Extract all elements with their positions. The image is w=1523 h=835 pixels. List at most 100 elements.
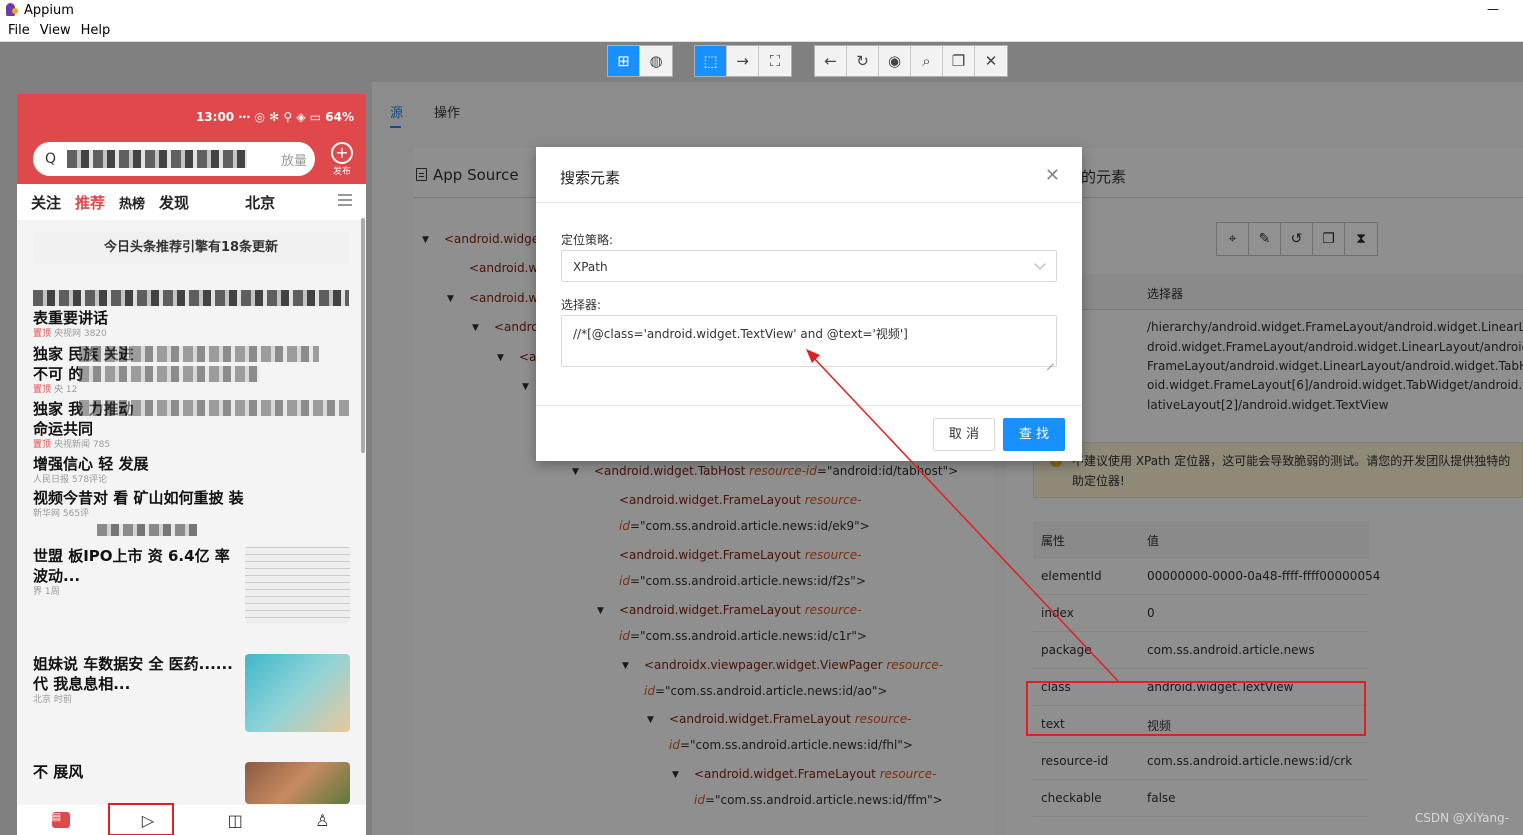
channel-tab-hot[interactable]: 热榜 <box>119 193 145 212</box>
tree-node[interactable]: <androidx.viewpager.widget.ViewPager res… <box>644 658 943 672</box>
xpath-line[interactable]: oid.widget.FrameLayout[6]/android.widget… <box>1147 378 1523 392</box>
tree-node[interactable]: <android.wi <box>469 261 542 275</box>
tree-node[interactable]: <android.widget.FrameLayout resource- <box>694 767 936 781</box>
channel-tab-discover[interactable]: 发现 <box>159 192 189 213</box>
xpath-line[interactable]: lativeLayout[2]/android.widget.TextView <box>1147 398 1388 412</box>
xpath-line[interactable]: FrameLayout/android.widget.LinearLayout/… <box>1147 359 1523 373</box>
menu-help[interactable]: Help <box>81 23 111 38</box>
selector-input[interactable]: //*[@class='android.widget.TextView' and… <box>561 315 1057 367</box>
tree-expand-caret[interactable]: ▼ <box>497 353 504 363</box>
tree-node[interactable]: id="com.ss.android.article.news:id/f2s"> <box>619 574 866 588</box>
tree-node[interactable]: <a <box>519 350 536 364</box>
locator-strategy-select[interactable]: XPath <box>561 250 1057 282</box>
list-item[interactable]: 视频今昔对 看 矿山如何重披 装 新华网 565评 <box>33 488 349 520</box>
search-elements-button[interactable]: ⌕ <box>911 46 943 76</box>
tap-coordinates-button[interactable]: ⛶ <box>759 46 791 76</box>
find-button[interactable]: 查 找 <box>1003 418 1065 451</box>
channel-tab-recommend[interactable]: 推荐 <box>75 192 105 213</box>
tree-node-attr: resource- <box>886 658 944 672</box>
table-row: checkable false <box>1033 780 1369 817</box>
channel-tab-follow[interactable]: 关注 <box>31 192 61 213</box>
toolbar-group-mode: ⊞ ◍ <box>607 45 673 77</box>
tree-expand-caret[interactable]: ▼ <box>622 661 629 671</box>
tab-actions[interactable]: 操作 <box>434 102 460 121</box>
tree-node[interactable]: <android.widget.TabHost resource-id="and… <box>594 464 958 478</box>
phone-scrollbar[interactable] <box>361 218 365 453</box>
tree-expand-caret[interactable]: ▼ <box>447 294 454 304</box>
pixelated-region <box>79 400 349 416</box>
globe-icon: ◍ <box>649 52 663 70</box>
tree-node[interactable]: id="com.ss.android.article.news:id/ffm"> <box>694 793 943 807</box>
tree-node[interactable]: id="com.ss.android.article.news:id/ao"> <box>644 684 887 698</box>
copy-xml-button[interactable]: ❐ <box>943 46 975 76</box>
nav-profile[interactable]: ♙ <box>311 809 333 831</box>
cancel-button[interactable]: 取 消 <box>933 418 995 451</box>
channel-menu-icon[interactable] <box>338 194 352 206</box>
tree-node-value: ="com.ss.android.article.news:id/ffm"> <box>704 793 943 807</box>
menu-file[interactable]: File <box>8 23 30 38</box>
eye-icon: ◉ <box>887 52 902 70</box>
close-icon[interactable]: ✕ <box>1045 165 1060 186</box>
tree-expand-caret[interactable]: ▼ <box>647 715 654 725</box>
tree-node[interactable]: id="com.ss.android.article.news:id/c1r"> <box>619 629 867 643</box>
minimize-button[interactable]: — <box>1487 2 1499 16</box>
nav-home[interactable]: ▤ <box>50 809 72 831</box>
timing-button[interactable]: ⧗ <box>1345 223 1377 255</box>
select-elements-button[interactable]: ⬚ <box>695 46 727 76</box>
tap-element-button[interactable]: ⌖ <box>1217 223 1249 255</box>
send-keys-button[interactable]: ✎ <box>1249 223 1281 255</box>
native-mode-button[interactable]: ⊞ <box>608 46 640 76</box>
clear-button[interactable]: ↺ <box>1281 223 1313 255</box>
resize-grip-icon[interactable] <box>1045 355 1054 364</box>
tree-node-tag: <android.wi <box>469 261 542 275</box>
device-screenshot[interactable]: 13:00 ⋯ ◎ ✻ ⚲ ◈ ▭ 64% Q 放量 + 发布 关注 推荐 热榜… <box>17 94 366 835</box>
title-bar: Appium — <box>0 0 1523 20</box>
tree-node[interactable]: <andro <box>494 320 539 334</box>
web-mode-button[interactable]: ◍ <box>640 46 672 76</box>
channel-tab-beijing[interactable]: 北京 <box>245 192 275 213</box>
news-title: 世盟 板IPO上市 资 6.4亿 率波动... <box>33 547 230 585</box>
tree-node[interactable]: <android.widget.FrameLayout resource- <box>619 603 861 617</box>
phone-search-bar[interactable]: Q 放量 <box>33 142 315 176</box>
list-item[interactable]: 增强信心 轻 发展 人民日报 578评论 <box>33 454 349 486</box>
quit-session-button[interactable]: ✕ <box>975 46 1007 76</box>
attr-value: 0 <box>1147 606 1155 620</box>
tree-node-attr: resource- <box>854 712 912 726</box>
toolbar-group-actions: ← ↻ ◉ ⌕ ❐ ✕ <box>814 45 1008 77</box>
tap-by-coordinates-icon: ⛶ <box>769 52 781 70</box>
tree-node[interactable]: <android.widget.FrameLayout resource- <box>619 493 861 507</box>
list-item[interactable]: 表重要讲话 置顶 央视网 3820 <box>33 308 349 340</box>
list-item[interactable]: 不 展风 <box>33 762 233 782</box>
tree-node[interactable]: <android.widget <box>444 232 544 246</box>
tree-node[interactable]: <android.widget.FrameLayout resource- <box>619 548 861 562</box>
refresh-button[interactable]: ↻ <box>847 46 879 76</box>
tree-expand-caret[interactable]: ▼ <box>572 467 579 477</box>
tree-node-tag: <andro <box>494 320 539 334</box>
menu-view[interactable]: View <box>40 23 71 38</box>
search-hot-text: 放量 <box>280 153 307 169</box>
xpath-line[interactable]: droid.widget.FrameLayout/android.widget.… <box>1147 340 1523 354</box>
back-button[interactable]: ← <box>815 46 847 76</box>
tree-expand-caret[interactable]: ▼ <box>672 770 679 780</box>
tab-underline <box>390 126 401 128</box>
tree-expand-caret[interactable]: ▼ <box>422 235 429 245</box>
list-item[interactable]: 世盟 板IPO上市 资 6.4亿 率波动... 界 1周 <box>33 546 233 598</box>
tree-node-attr: id <box>644 684 655 698</box>
tab-source[interactable]: 源 <box>390 102 403 121</box>
tree-node[interactable]: id="com.ss.android.article.news:id/fhl"> <box>669 738 913 752</box>
tree-node[interactable]: id="com.ss.android.article.news:id/ek9"> <box>619 519 870 533</box>
list-item[interactable]: 姐妹说 车数据安 全 医药......代 我息息相... 北京 时前 <box>33 654 233 706</box>
copy-attributes-button[interactable]: ❐ <box>1313 223 1345 255</box>
tree-expand-caret[interactable]: ▼ <box>522 382 529 392</box>
swipe-button[interactable]: → <box>727 46 759 76</box>
xpath-line[interactable]: /hierarchy/android.widget.FrameLayout/an… <box>1147 320 1523 334</box>
nav-task[interactable]: ◫ <box>224 809 246 831</box>
tree-expand-caret[interactable]: ▼ <box>597 606 604 616</box>
pixelated-region <box>33 290 349 306</box>
attr-column-header: 属性 <box>1041 534 1066 548</box>
publish-button[interactable]: + 发布 <box>328 142 356 177</box>
tree-node[interactable]: <android.wi <box>469 291 542 305</box>
tree-node[interactable]: <android.widget.FrameLayout resource- <box>669 712 911 726</box>
tree-expand-caret[interactable]: ▼ <box>472 323 479 333</box>
show-hidden-button[interactable]: ◉ <box>879 46 911 76</box>
